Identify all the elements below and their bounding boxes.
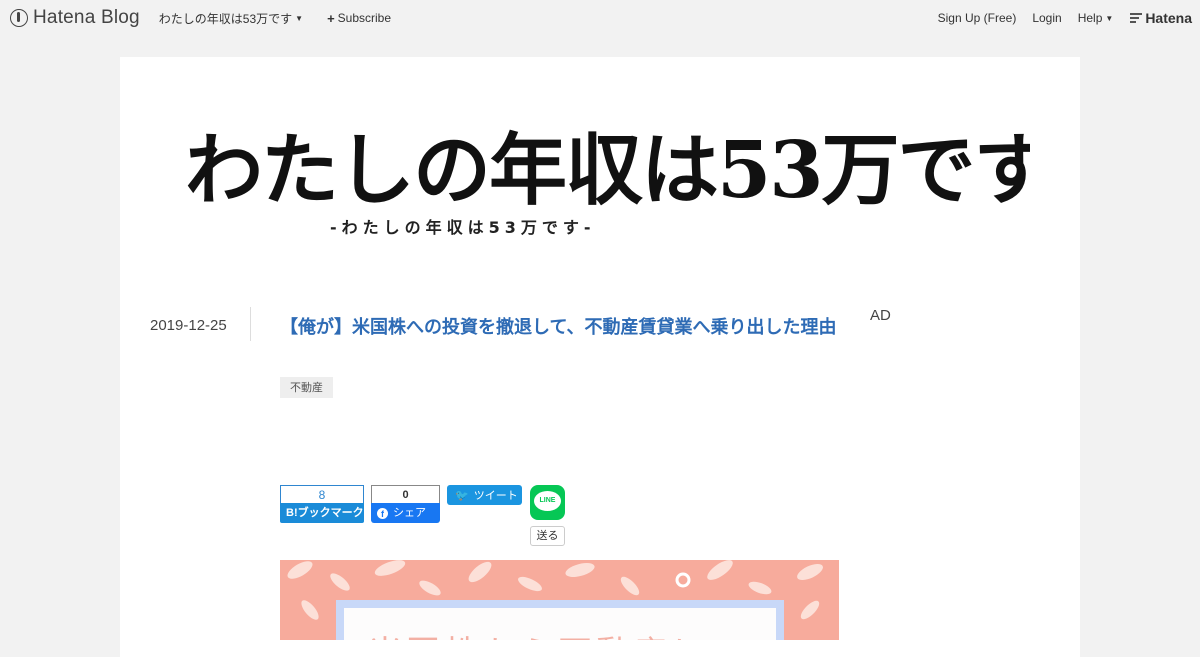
subscribe-label: Subscribe <box>337 11 392 25</box>
hatena-logo[interactable]: Hatena <box>1130 10 1192 26</box>
blog-title-sub: -わたしの年収は53万です- <box>330 218 596 237</box>
eyecatch-card: 米国株から不動産に <box>336 600 784 640</box>
facebook-share-label: シェア <box>393 507 426 519</box>
social-share-buttons: 8 B!ブックマーク 0 f シェア 🐦 ツイート LINE 送る <box>280 485 700 555</box>
twitter-bird-icon: 🐦 <box>455 489 469 502</box>
blog-title-calligraphy: わたしの年収は53万です -わたしの年収は53万です- <box>185 125 1052 237</box>
blog-name-dropdown[interactable]: わたしの年収は53万です ▼ <box>159 10 303 27</box>
facebook-share-label-box[interactable]: f シェア <box>371 503 440 523</box>
header-left: Hatena Blog わたしの年収は53万です ▼ + Subscribe <box>10 7 391 29</box>
blog-title-main: わたしの年収は53万です <box>185 125 1030 216</box>
twitter-tweet-label: ツイート <box>473 490 518 502</box>
hatena-blog-logo[interactable]: Hatena Blog <box>10 7 140 29</box>
logo-text: Hatena Blog <box>33 7 140 28</box>
hatena-bookmark-count[interactable]: 8 <box>280 485 364 503</box>
line-icon[interactable]: LINE <box>530 485 565 520</box>
ad-label: AD <box>870 307 891 324</box>
line-send-label[interactable]: 送る <box>530 526 565 546</box>
plus-icon: + <box>327 10 335 26</box>
entry-category-tag[interactable]: 不動産 <box>280 377 333 398</box>
date-divider <box>250 307 251 341</box>
twitter-tweet-button[interactable]: 🐦 ツイート <box>447 485 522 505</box>
subscribe-button[interactable]: + Subscribe <box>327 11 391 26</box>
entry-title-link[interactable]: 【俺が】米国株への投資を撤退して、不動産賃貸業へ乗り出した理由 <box>280 310 840 344</box>
help-dropdown[interactable]: Help ▼ <box>1078 11 1114 25</box>
login-link[interactable]: Login <box>1032 11 1061 25</box>
entry-date[interactable]: 2019-12-25 <box>150 317 227 334</box>
blog-title-banner[interactable]: わたしの年収は53万です -わたしの年収は53万です- <box>180 67 1052 257</box>
hatena-bookmark-label[interactable]: B!ブックマーク <box>280 503 364 523</box>
caret-down-icon: ▼ <box>1105 13 1114 23</box>
hatena-logo-text: Hatena <box>1145 10 1192 26</box>
line-icon-text: LINE <box>534 491 561 511</box>
facebook-icon: f <box>377 507 388 519</box>
blog-name-label: わたしの年収は53万です <box>158 11 293 26</box>
line-share-button[interactable]: LINE 送る <box>530 485 565 546</box>
blog-container: わたしの年収は53万です -わたしの年収は53万です- 2019-12-25 【… <box>120 57 1080 657</box>
facebook-share-button[interactable]: 0 f シェア <box>371 485 440 523</box>
hatena-logo-icon <box>1130 11 1143 25</box>
eyecatch-text: 米国株から不動産に <box>368 626 710 640</box>
hatena-blog-logo-icon <box>10 9 28 27</box>
caret-down-icon: ▼ <box>295 13 304 23</box>
hatena-bookmark-button[interactable]: 8 B!ブックマーク <box>280 485 364 523</box>
facebook-share-count: 0 <box>371 485 440 503</box>
header-right: Sign Up (Free) Login Help ▼ Hatena <box>922 10 1192 26</box>
signup-link[interactable]: Sign Up (Free) <box>938 11 1017 25</box>
entry-eyecatch-image: 米国株から不動産に <box>280 560 839 640</box>
help-label: Help <box>1077 11 1103 25</box>
global-header: Hatena Blog わたしの年収は53万です ▼ + Subscribe S… <box>0 0 1200 36</box>
